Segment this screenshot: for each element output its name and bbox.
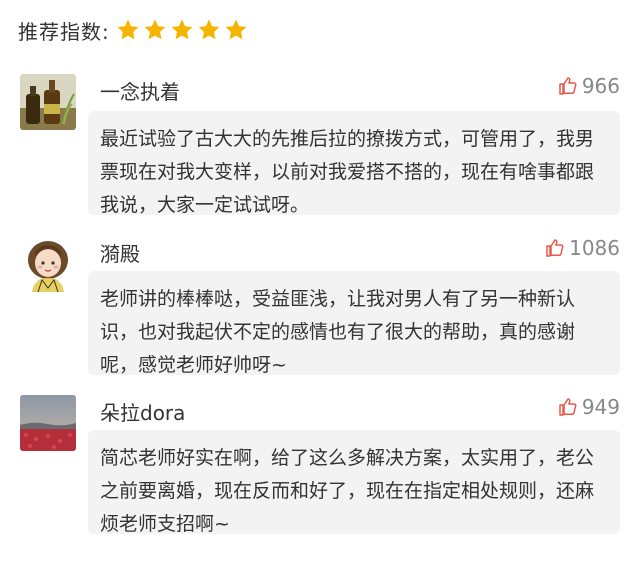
comment-text: 最近试验了古大大的先推后拉的撩拨方式，可管用了，我男票现在对我大变样，以前对我爱… — [88, 111, 620, 216]
star-rating — [116, 18, 251, 42]
thumbs-up-icon — [545, 238, 565, 258]
thumbs-up-icon — [558, 397, 578, 417]
like-count: 966 — [581, 74, 620, 98]
star-icon — [116, 18, 140, 42]
comment-text: 老师讲的棒棒哒，受益匪浅，让我对男人有了另一种新认识，也对我起伏不定的感情也有了… — [88, 271, 620, 376]
comments-page: 推荐指数: 一念执着 966 最近试验了古大大的先推后拉的撩拨方式，可管用了，我… — [0, 0, 640, 568]
avatar[interactable] — [20, 236, 76, 292]
star-icon — [197, 18, 221, 42]
rating-label: 推荐指数: — [18, 19, 110, 44]
username[interactable]: 漪殿 — [100, 238, 140, 267]
comment-text: 简芯老师好实在啊，给了这么多解决方案，太实用了，老公之前要离婚，现在反而和好了，… — [88, 430, 620, 535]
like-button[interactable]: 966 — [558, 74, 620, 98]
avatar[interactable] — [20, 395, 76, 451]
avatar[interactable] — [20, 74, 76, 130]
star-icon — [170, 18, 194, 42]
like-count: 949 — [581, 395, 620, 419]
recommendation-rating: 推荐指数: — [18, 14, 251, 46]
like-count: 1086 — [569, 236, 620, 260]
username[interactable]: 朵拉dora — [100, 397, 185, 426]
star-icon — [224, 18, 248, 42]
thumbs-up-icon — [558, 76, 578, 96]
username[interactable]: 一念执着 — [100, 76, 180, 105]
like-button[interactable]: 1086 — [545, 236, 620, 260]
star-icon — [143, 18, 167, 42]
like-button[interactable]: 949 — [558, 395, 620, 419]
